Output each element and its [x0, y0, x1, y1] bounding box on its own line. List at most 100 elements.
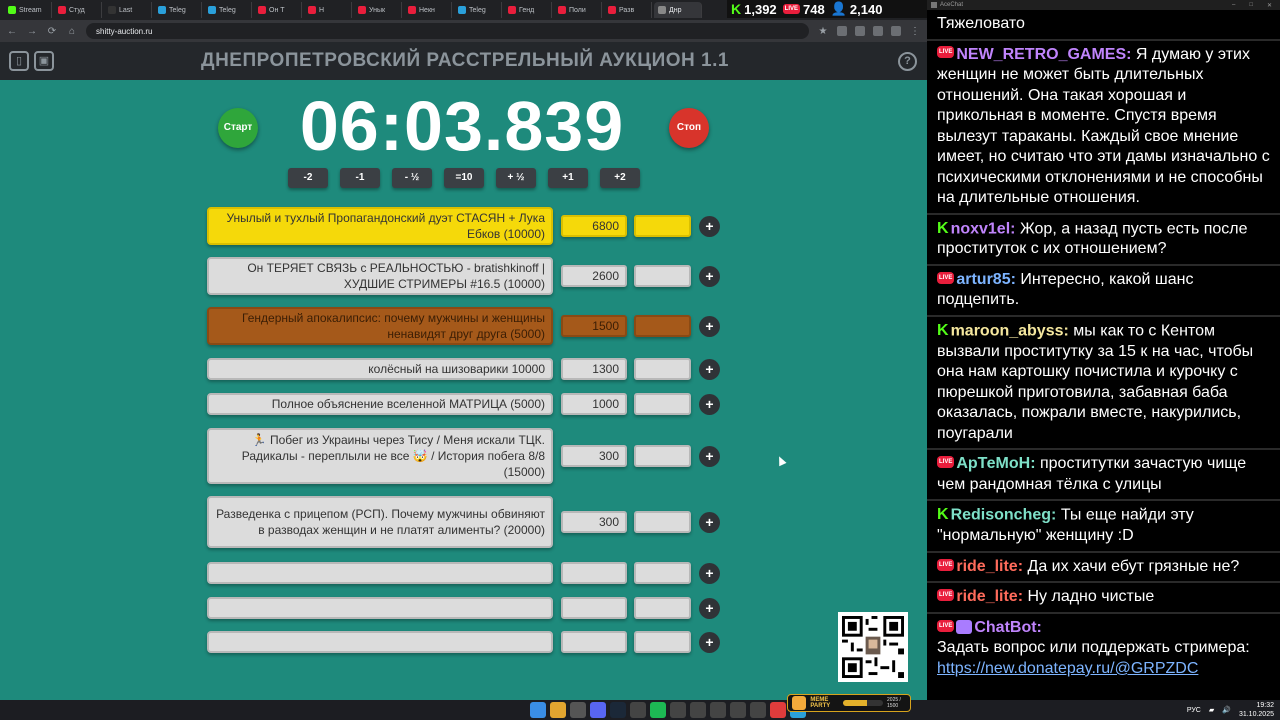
browser-tab[interactable]: Н — [304, 2, 352, 18]
app-icon[interactable] — [630, 702, 646, 718]
lot-add-amount-input[interactable] — [634, 358, 691, 380]
reload-icon[interactable]: ⟳ — [46, 26, 58, 37]
lot-add-amount-input[interactable] — [634, 631, 691, 653]
lot-add-amount-input[interactable] — [634, 393, 691, 415]
lot-amount-field[interactable]: 300 — [561, 445, 627, 467]
lot-name-field[interactable]: колёсный на шизоварики 10000 — [207, 358, 553, 380]
steam-icon[interactable] — [610, 702, 626, 718]
language-indicator[interactable]: РУС — [1187, 707, 1201, 714]
network-icon[interactable]: ▰ — [1209, 706, 1214, 714]
clock[interactable]: 19:32 31.10.2025 — [1239, 701, 1274, 719]
lot-name-field[interactable] — [207, 631, 553, 653]
kick-icon: K — [937, 219, 949, 237]
app-icon[interactable] — [770, 702, 786, 718]
minimize-icon[interactable]: – — [1232, 2, 1235, 9]
back-icon[interactable]: ← — [6, 26, 18, 37]
lot-amount-field[interactable]: 2600 — [561, 265, 627, 287]
time-adjust-button[interactable]: +2 — [600, 168, 640, 188]
browser-tab[interactable]: Некн — [404, 2, 452, 18]
chrome-icon[interactable] — [550, 702, 566, 718]
explorer-icon[interactable] — [570, 702, 586, 718]
app-icon[interactable] — [670, 702, 686, 718]
browser-tab[interactable]: Унык — [354, 2, 402, 18]
lot-add-amount-input[interactable] — [634, 315, 691, 337]
start-menu-icon[interactable] — [530, 702, 546, 718]
app-icon — [931, 2, 937, 8]
lot-name-field[interactable]: Полное объяснение вселенной МАТРИЦА (500… — [207, 393, 553, 415]
add-bid-button[interactable]: + — [699, 216, 720, 237]
lot-name-field[interactable]: 🏃 Побег из Украины через Тису / Меня иск… — [207, 428, 553, 484]
add-bid-button[interactable]: + — [699, 632, 720, 653]
add-bid-button[interactable]: + — [699, 512, 720, 533]
extension-icon[interactable] — [855, 26, 865, 36]
lot-amount-field[interactable] — [561, 597, 627, 619]
time-adjust-button[interactable]: =10 — [444, 168, 484, 188]
lot-name-field[interactable]: Унылый и тухлый Пропагандонский дуэт СТА… — [207, 207, 553, 245]
add-bid-button[interactable]: + — [699, 316, 720, 337]
browser-tab[interactable]: Stream — [4, 2, 52, 18]
app-icon[interactable] — [710, 702, 726, 718]
browser-tab[interactable]: Генд — [504, 2, 552, 18]
lot-add-amount-input[interactable] — [634, 215, 691, 237]
browser-tab[interactable]: Teleg — [454, 2, 502, 18]
browser-tab[interactable]: Он Т — [254, 2, 302, 18]
lot-name-field[interactable]: Разведенка с прицепом (РСП). Почему мужч… — [207, 496, 553, 548]
add-bid-button[interactable]: + — [699, 359, 720, 380]
add-bid-button[interactable]: + — [699, 563, 720, 584]
app-icon[interactable] — [730, 702, 746, 718]
browser-tab[interactable]: Разв — [604, 2, 652, 18]
forward-icon[interactable]: → — [26, 26, 38, 37]
add-bid-button[interactable]: + — [699, 266, 720, 287]
lot-name-field[interactable]: Он ТЕРЯЕТ СВЯЗЬ с РЕАЛЬНОСТЬЮ - bratishk… — [207, 257, 553, 295]
extension-icon[interactable] — [837, 26, 847, 36]
help-icon[interactable]: ? — [898, 52, 917, 71]
add-bid-button[interactable]: + — [699, 394, 720, 415]
menu-icon[interactable]: ⋮ — [909, 26, 921, 37]
lot-amount-field[interactable]: 1000 — [561, 393, 627, 415]
sidebar-toggle-icon[interactable]: ▯ — [9, 51, 29, 71]
lot-amount-field[interactable] — [561, 562, 627, 584]
lot-add-amount-input[interactable] — [634, 445, 691, 467]
lot-name-field[interactable] — [207, 562, 553, 584]
save-icon[interactable]: ▣ — [34, 51, 54, 71]
lot-add-amount-input[interactable] — [634, 511, 691, 533]
maximize-icon[interactable]: □ — [1249, 2, 1253, 9]
time-adjust-button[interactable]: +1 — [548, 168, 588, 188]
lot-amount-field[interactable]: 1500 — [561, 315, 627, 337]
lot-name-field[interactable]: Гендерный апокалипсис: почему мужчины и … — [207, 307, 553, 345]
lot-amount-field[interactable]: 300 — [561, 511, 627, 533]
browser-tab[interactable]: Студ — [54, 2, 102, 18]
time-adjust-button[interactable]: + ½ — [496, 168, 536, 188]
browser-tab[interactable]: Teleg — [204, 2, 252, 18]
spotify-icon[interactable] — [650, 702, 666, 718]
download-icon[interactable] — [873, 26, 883, 36]
donate-link[interactable]: https://new.donatepay.ru/@GRPZDC — [937, 660, 1198, 677]
url-field[interactable]: shitty-auction.ru — [86, 23, 809, 39]
lot-name-field[interactable] — [207, 597, 553, 619]
browser-tab[interactable]: Днр — [654, 2, 702, 18]
home-icon[interactable]: ⌂ — [66, 26, 78, 37]
obs-icon[interactable] — [690, 702, 706, 718]
bookmark-star-icon[interactable]: ★ — [817, 26, 829, 37]
lot-amount-field[interactable]: 6800 — [561, 215, 627, 237]
time-adjust-button[interactable]: -2 — [288, 168, 328, 188]
lot-add-amount-input[interactable] — [634, 265, 691, 287]
add-bid-button[interactable]: + — [699, 598, 720, 619]
profile-icon[interactable] — [891, 26, 901, 36]
time-adjust-button[interactable]: - ½ — [392, 168, 432, 188]
close-icon[interactable]: ✕ — [1267, 2, 1272, 9]
stop-button[interactable]: Стоп — [669, 108, 709, 148]
app-icon[interactable] — [750, 702, 766, 718]
browser-tab[interactable]: Teleg — [154, 2, 202, 18]
lot-amount-field[interactable]: 1300 — [561, 358, 627, 380]
time-adjust-button[interactable]: -1 — [340, 168, 380, 188]
browser-tab[interactable]: Last — [104, 2, 152, 18]
lot-add-amount-input[interactable] — [634, 597, 691, 619]
discord-icon[interactable] — [590, 702, 606, 718]
lot-add-amount-input[interactable] — [634, 562, 691, 584]
add-bid-button[interactable]: + — [699, 446, 720, 467]
lot-amount-field[interactable] — [561, 631, 627, 653]
browser-tab[interactable]: Поли — [554, 2, 602, 18]
volume-icon[interactable]: 🔊 — [1222, 706, 1231, 714]
start-button[interactable]: Старт — [218, 108, 258, 148]
